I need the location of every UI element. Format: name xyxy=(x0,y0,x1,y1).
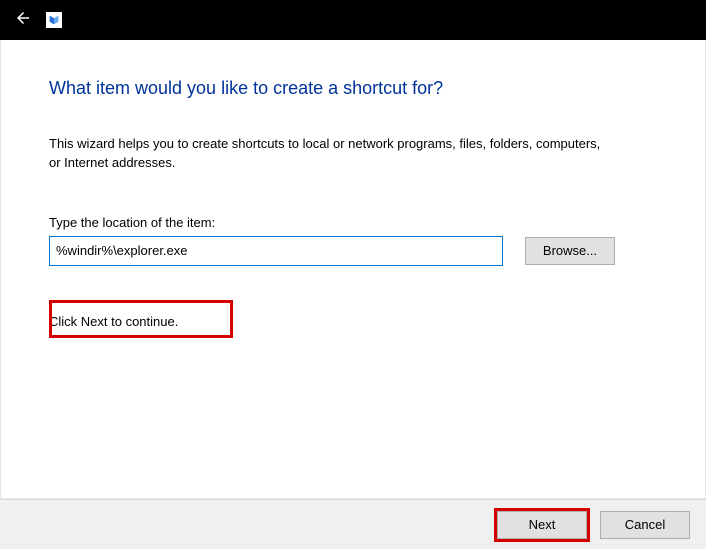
titlebar xyxy=(0,0,706,40)
location-row: Browse... xyxy=(49,236,657,266)
footer-bar: Next Cancel xyxy=(0,499,706,549)
back-arrow-icon[interactable] xyxy=(14,9,32,32)
cancel-button[interactable]: Cancel xyxy=(600,511,690,539)
next-button[interactable]: Next xyxy=(497,511,587,539)
app-icon xyxy=(46,12,62,28)
continue-text: Click Next to continue. xyxy=(49,314,657,329)
location-label: Type the location of the item: xyxy=(49,215,657,230)
page-description: This wizard helps you to create shortcut… xyxy=(49,135,609,173)
page-heading: What item would you like to create a sho… xyxy=(49,78,657,99)
browse-button[interactable]: Browse... xyxy=(525,237,615,265)
location-input[interactable] xyxy=(49,236,503,266)
highlight-annotation-next: Next xyxy=(494,508,590,542)
wizard-page: What item would you like to create a sho… xyxy=(0,40,706,499)
